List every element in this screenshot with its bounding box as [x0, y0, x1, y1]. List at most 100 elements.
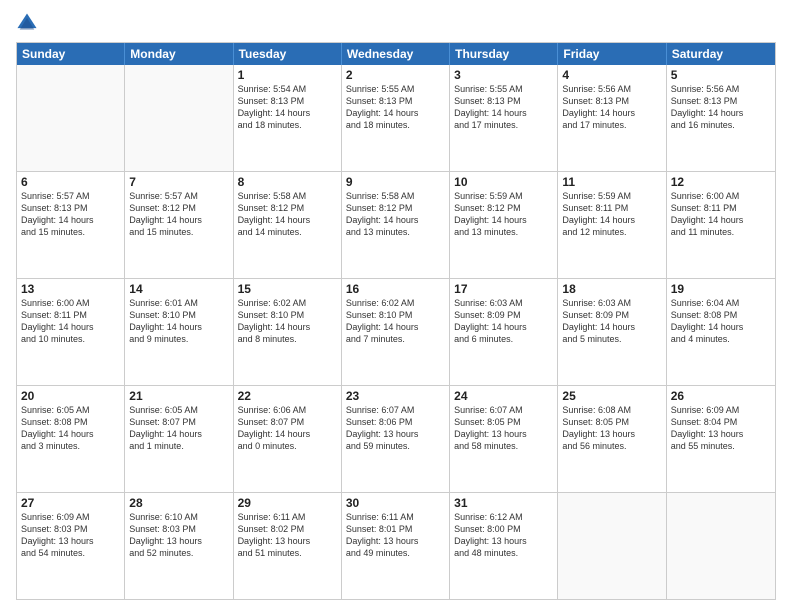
calendar-cell	[558, 493, 666, 599]
calendar-header-cell: Sunday	[17, 43, 125, 65]
cell-info: Sunrise: 6:00 AM Sunset: 8:11 PM Dayligh…	[671, 190, 771, 239]
day-number: 30	[346, 496, 445, 510]
day-number: 28	[129, 496, 228, 510]
day-number: 23	[346, 389, 445, 403]
calendar-cell	[17, 65, 125, 171]
calendar-header-row: SundayMondayTuesdayWednesdayThursdayFrid…	[17, 43, 775, 65]
day-number: 18	[562, 282, 661, 296]
day-number: 12	[671, 175, 771, 189]
cell-info: Sunrise: 5:58 AM Sunset: 8:12 PM Dayligh…	[238, 190, 337, 239]
cell-info: Sunrise: 6:00 AM Sunset: 8:11 PM Dayligh…	[21, 297, 120, 346]
day-number: 16	[346, 282, 445, 296]
calendar-cell: 29Sunrise: 6:11 AM Sunset: 8:02 PM Dayli…	[234, 493, 342, 599]
cell-info: Sunrise: 6:04 AM Sunset: 8:08 PM Dayligh…	[671, 297, 771, 346]
logo-icon	[16, 12, 38, 34]
calendar-row: 6Sunrise: 5:57 AM Sunset: 8:13 PM Daylig…	[17, 171, 775, 278]
day-number: 31	[454, 496, 553, 510]
calendar-cell: 16Sunrise: 6:02 AM Sunset: 8:10 PM Dayli…	[342, 279, 450, 385]
day-number: 29	[238, 496, 337, 510]
cell-info: Sunrise: 6:05 AM Sunset: 8:08 PM Dayligh…	[21, 404, 120, 453]
calendar-cell	[667, 493, 775, 599]
calendar-cell: 12Sunrise: 6:00 AM Sunset: 8:11 PM Dayli…	[667, 172, 775, 278]
calendar-cell: 27Sunrise: 6:09 AM Sunset: 8:03 PM Dayli…	[17, 493, 125, 599]
cell-info: Sunrise: 5:59 AM Sunset: 8:11 PM Dayligh…	[562, 190, 661, 239]
calendar-cell: 1Sunrise: 5:54 AM Sunset: 8:13 PM Daylig…	[234, 65, 342, 171]
cell-info: Sunrise: 6:11 AM Sunset: 8:02 PM Dayligh…	[238, 511, 337, 560]
cell-info: Sunrise: 5:58 AM Sunset: 8:12 PM Dayligh…	[346, 190, 445, 239]
calendar-cell: 4Sunrise: 5:56 AM Sunset: 8:13 PM Daylig…	[558, 65, 666, 171]
day-number: 15	[238, 282, 337, 296]
cell-info: Sunrise: 5:56 AM Sunset: 8:13 PM Dayligh…	[671, 83, 771, 132]
day-number: 9	[346, 175, 445, 189]
calendar-cell: 23Sunrise: 6:07 AM Sunset: 8:06 PM Dayli…	[342, 386, 450, 492]
calendar-cell: 7Sunrise: 5:57 AM Sunset: 8:12 PM Daylig…	[125, 172, 233, 278]
calendar-header-cell: Tuesday	[234, 43, 342, 65]
calendar-cell: 2Sunrise: 5:55 AM Sunset: 8:13 PM Daylig…	[342, 65, 450, 171]
cell-info: Sunrise: 6:09 AM Sunset: 8:04 PM Dayligh…	[671, 404, 771, 453]
day-number: 2	[346, 68, 445, 82]
day-number: 19	[671, 282, 771, 296]
calendar-cell: 25Sunrise: 6:08 AM Sunset: 8:05 PM Dayli…	[558, 386, 666, 492]
day-number: 7	[129, 175, 228, 189]
cell-info: Sunrise: 6:12 AM Sunset: 8:00 PM Dayligh…	[454, 511, 553, 560]
calendar-cell: 22Sunrise: 6:06 AM Sunset: 8:07 PM Dayli…	[234, 386, 342, 492]
day-number: 4	[562, 68, 661, 82]
calendar: SundayMondayTuesdayWednesdayThursdayFrid…	[16, 42, 776, 600]
calendar-cell: 11Sunrise: 5:59 AM Sunset: 8:11 PM Dayli…	[558, 172, 666, 278]
cell-info: Sunrise: 5:54 AM Sunset: 8:13 PM Dayligh…	[238, 83, 337, 132]
day-number: 10	[454, 175, 553, 189]
calendar-header-cell: Monday	[125, 43, 233, 65]
calendar-cell: 15Sunrise: 6:02 AM Sunset: 8:10 PM Dayli…	[234, 279, 342, 385]
day-number: 8	[238, 175, 337, 189]
cell-info: Sunrise: 5:56 AM Sunset: 8:13 PM Dayligh…	[562, 83, 661, 132]
cell-info: Sunrise: 5:57 AM Sunset: 8:12 PM Dayligh…	[129, 190, 228, 239]
calendar-cell: 17Sunrise: 6:03 AM Sunset: 8:09 PM Dayli…	[450, 279, 558, 385]
cell-info: Sunrise: 5:57 AM Sunset: 8:13 PM Dayligh…	[21, 190, 120, 239]
day-number: 25	[562, 389, 661, 403]
calendar-cell: 26Sunrise: 6:09 AM Sunset: 8:04 PM Dayli…	[667, 386, 775, 492]
day-number: 24	[454, 389, 553, 403]
cell-info: Sunrise: 6:02 AM Sunset: 8:10 PM Dayligh…	[346, 297, 445, 346]
day-number: 22	[238, 389, 337, 403]
calendar-cell: 18Sunrise: 6:03 AM Sunset: 8:09 PM Dayli…	[558, 279, 666, 385]
calendar-cell: 6Sunrise: 5:57 AM Sunset: 8:13 PM Daylig…	[17, 172, 125, 278]
cell-info: Sunrise: 6:03 AM Sunset: 8:09 PM Dayligh…	[454, 297, 553, 346]
cell-info: Sunrise: 6:11 AM Sunset: 8:01 PM Dayligh…	[346, 511, 445, 560]
cell-info: Sunrise: 6:02 AM Sunset: 8:10 PM Dayligh…	[238, 297, 337, 346]
calendar-cell: 21Sunrise: 6:05 AM Sunset: 8:07 PM Dayli…	[125, 386, 233, 492]
day-number: 27	[21, 496, 120, 510]
calendar-cell: 24Sunrise: 6:07 AM Sunset: 8:05 PM Dayli…	[450, 386, 558, 492]
calendar-cell: 8Sunrise: 5:58 AM Sunset: 8:12 PM Daylig…	[234, 172, 342, 278]
calendar-cell: 10Sunrise: 5:59 AM Sunset: 8:12 PM Dayli…	[450, 172, 558, 278]
cell-info: Sunrise: 6:03 AM Sunset: 8:09 PM Dayligh…	[562, 297, 661, 346]
day-number: 21	[129, 389, 228, 403]
calendar-header-cell: Thursday	[450, 43, 558, 65]
cell-info: Sunrise: 6:05 AM Sunset: 8:07 PM Dayligh…	[129, 404, 228, 453]
calendar-cell: 13Sunrise: 6:00 AM Sunset: 8:11 PM Dayli…	[17, 279, 125, 385]
cell-info: Sunrise: 6:10 AM Sunset: 8:03 PM Dayligh…	[129, 511, 228, 560]
day-number: 20	[21, 389, 120, 403]
calendar-header-cell: Saturday	[667, 43, 775, 65]
day-number: 3	[454, 68, 553, 82]
cell-info: Sunrise: 6:06 AM Sunset: 8:07 PM Dayligh…	[238, 404, 337, 453]
calendar-row: 20Sunrise: 6:05 AM Sunset: 8:08 PM Dayli…	[17, 385, 775, 492]
calendar-cell: 9Sunrise: 5:58 AM Sunset: 8:12 PM Daylig…	[342, 172, 450, 278]
cell-info: Sunrise: 5:59 AM Sunset: 8:12 PM Dayligh…	[454, 190, 553, 239]
calendar-cell: 19Sunrise: 6:04 AM Sunset: 8:08 PM Dayli…	[667, 279, 775, 385]
calendar-cell: 30Sunrise: 6:11 AM Sunset: 8:01 PM Dayli…	[342, 493, 450, 599]
calendar-header-cell: Friday	[558, 43, 666, 65]
cell-info: Sunrise: 6:07 AM Sunset: 8:05 PM Dayligh…	[454, 404, 553, 453]
calendar-cell: 5Sunrise: 5:56 AM Sunset: 8:13 PM Daylig…	[667, 65, 775, 171]
day-number: 11	[562, 175, 661, 189]
day-number: 13	[21, 282, 120, 296]
cell-info: Sunrise: 5:55 AM Sunset: 8:13 PM Dayligh…	[346, 83, 445, 132]
day-number: 6	[21, 175, 120, 189]
day-number: 17	[454, 282, 553, 296]
calendar-body: 1Sunrise: 5:54 AM Sunset: 8:13 PM Daylig…	[17, 65, 775, 599]
calendar-cell	[125, 65, 233, 171]
page: SundayMondayTuesdayWednesdayThursdayFrid…	[0, 0, 792, 612]
calendar-cell: 31Sunrise: 6:12 AM Sunset: 8:00 PM Dayli…	[450, 493, 558, 599]
calendar-row: 13Sunrise: 6:00 AM Sunset: 8:11 PM Dayli…	[17, 278, 775, 385]
day-number: 5	[671, 68, 771, 82]
cell-info: Sunrise: 6:09 AM Sunset: 8:03 PM Dayligh…	[21, 511, 120, 560]
